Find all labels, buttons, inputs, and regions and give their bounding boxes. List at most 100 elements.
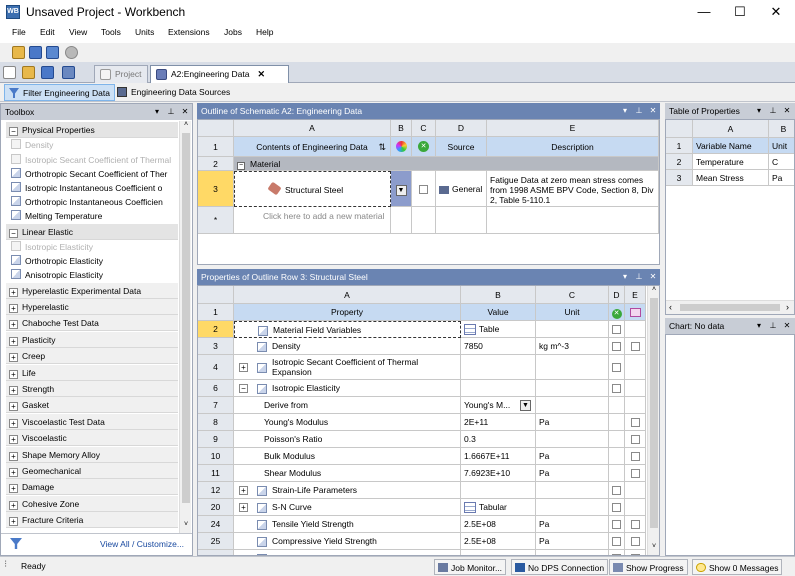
- parameter-checkbox[interactable]: [630, 520, 640, 530]
- outline-col-d[interactable]: D: [436, 120, 487, 137]
- unit-cell[interactable]: [536, 397, 609, 414]
- value-cell[interactable]: [461, 355, 536, 380]
- outline-col-b[interactable]: B: [391, 120, 412, 137]
- toolbox-item[interactable]: Orthotropic Secant Coefficient of Ther: [6, 167, 178, 181]
- view-all-customize-link[interactable]: View All / Customize...: [100, 539, 184, 549]
- toolbox-group[interactable]: + Geomechanical: [6, 463, 178, 479]
- value-cell[interactable]: Table: [461, 321, 536, 338]
- table-pin-icon[interactable]: ⊥: [768, 103, 778, 119]
- minimize-button[interactable]: —: [688, 2, 720, 22]
- unit-cell[interactable]: Pa: [536, 516, 609, 533]
- expand-icon[interactable]: +: [9, 484, 18, 494]
- maximize-button[interactable]: ☐: [724, 2, 756, 22]
- menu-view[interactable]: View: [69, 27, 87, 37]
- scroll-up-icon[interactable]: ˄: [648, 286, 659, 293]
- expand-icon[interactable]: +: [239, 486, 248, 495]
- unit-cell[interactable]: Pa: [536, 414, 609, 431]
- collapse-icon[interactable]: −: [237, 162, 245, 170]
- unit-cell[interactable]: [536, 380, 609, 397]
- property-cell[interactable]: Shear Modulus: [234, 465, 461, 482]
- toolbox-close-icon[interactable]: ✕: [180, 104, 190, 120]
- property-cell[interactable]: + Isotropic Secant Coefficient of Thermal…: [234, 355, 461, 380]
- suppress-checkbox[interactable]: [612, 384, 621, 394]
- scroll-left-icon[interactable]: ‹: [669, 302, 672, 312]
- value-cell[interactable]: 7850: [461, 338, 536, 355]
- suppress-cell[interactable]: [412, 171, 436, 207]
- suppress-checkbox[interactable]: [612, 363, 621, 373]
- collapse-icon[interactable]: −: [9, 127, 18, 136]
- source-cell[interactable]: General: [436, 171, 487, 207]
- import-icon[interactable]: [12, 46, 25, 59]
- menu-file[interactable]: File: [12, 27, 26, 37]
- outline-pin-icon[interactable]: ⊥: [634, 103, 644, 119]
- suppress-checkbox[interactable]: [612, 520, 621, 530]
- collapse-icon[interactable]: −: [9, 228, 18, 238]
- menu-jobs[interactable]: Jobs: [224, 27, 242, 37]
- derive-from-dropdown-icon[interactable]: ▼: [520, 400, 531, 411]
- save-icon[interactable]: [29, 46, 42, 59]
- property-cell[interactable]: + S-N Curve: [234, 499, 461, 516]
- description-header[interactable]: Description: [487, 137, 659, 157]
- property-cell[interactable]: Bulk Modulus: [234, 448, 461, 465]
- toolbox-group[interactable]: + Plasticity: [6, 331, 178, 348]
- toolbox-menu-icon[interactable]: ▾: [152, 104, 162, 120]
- suppress-cell[interactable]: [609, 338, 625, 355]
- value-cell[interactable]: 7.6923E+10: [461, 465, 536, 482]
- save-as-icon[interactable]: [46, 46, 59, 59]
- scroll-down-icon[interactable]: ˅: [648, 543, 659, 550]
- toolbox-pin-icon[interactable]: ⊥: [166, 104, 176, 120]
- toolbox-group[interactable]: + Shape Memory Alloy: [6, 446, 178, 463]
- suppress-cell[interactable]: [609, 431, 625, 448]
- props-col-e[interactable]: E: [625, 286, 646, 304]
- unit-cell[interactable]: [536, 499, 609, 516]
- parameter-cell[interactable]: [625, 482, 646, 499]
- outline-menu-icon[interactable]: ▾: [620, 103, 630, 119]
- toolbox-group[interactable]: + Chaboche Test Data: [6, 315, 178, 332]
- value-cell[interactable]: 2.5E+08: [461, 533, 536, 550]
- add-material-cell[interactable]: Click here to add a new material: [234, 207, 391, 234]
- contents-header[interactable]: Contents of Engineering Data ⇅: [234, 137, 391, 157]
- menu-units[interactable]: Units: [135, 27, 154, 37]
- properties-scrollbar[interactable]: ˄ ˅: [647, 286, 659, 555]
- toolbox-item[interactable]: Density: [6, 138, 178, 152]
- expand-icon[interactable]: +: [9, 353, 18, 363]
- toolbox-item[interactable]: Orthotropic Instantaneous Coefficien: [6, 195, 178, 209]
- toolbox-scroll-thumb[interactable]: [182, 133, 190, 503]
- unit-cell[interactable]: kg m^-3: [536, 338, 609, 355]
- parameter-cell[interactable]: [625, 533, 646, 550]
- parameter-cell[interactable]: [625, 431, 646, 448]
- parameter-cell[interactable]: [625, 516, 646, 533]
- value-cell[interactable]: Tabular: [461, 499, 536, 516]
- outline-close-icon[interactable]: ✕: [648, 103, 658, 119]
- expand-icon[interactable]: +: [9, 402, 18, 412]
- value-cell[interactable]: 0.3: [461, 431, 536, 448]
- suppress-cell[interactable]: [609, 321, 625, 338]
- properties-scroll-thumb[interactable]: [650, 298, 658, 528]
- props-col-a[interactable]: A: [234, 286, 461, 304]
- save-as-project-icon[interactable]: [62, 66, 75, 79]
- suppress-cell[interactable]: [609, 397, 625, 414]
- toolbox-item[interactable]: Melting Temperature: [6, 209, 178, 223]
- property-cell[interactable]: Tensile Yield Strength: [234, 516, 461, 533]
- parameter-cell[interactable]: [625, 499, 646, 516]
- menu-help[interactable]: Help: [256, 27, 273, 37]
- props-col-d[interactable]: D: [609, 286, 625, 304]
- toolbox-group[interactable]: − Linear Elastic: [6, 223, 178, 240]
- suppress-checkbox[interactable]: [612, 486, 621, 496]
- properties-menu-icon[interactable]: ▾: [620, 269, 630, 285]
- expand-icon[interactable]: +: [9, 336, 18, 346]
- toolbox-scrollbar[interactable]: ˄ ˅: [179, 121, 191, 533]
- unit-cell[interactable]: Pa: [536, 465, 609, 482]
- toolbox-group[interactable]: + Creep: [6, 348, 178, 365]
- color-dropdown-icon[interactable]: ▼: [395, 185, 407, 196]
- outline-col-c[interactable]: C: [412, 120, 436, 137]
- toolbox-group[interactable]: − Physical Properties: [6, 122, 178, 138]
- collapse-icon[interactable]: −: [239, 384, 248, 393]
- unit-header[interactable]: Unit: [536, 304, 609, 321]
- parameter-cell[interactable]: [625, 397, 646, 414]
- value-cell[interactable]: [461, 380, 536, 397]
- toolbox-item[interactable]: Orthotropic Elasticity: [6, 254, 178, 268]
- toolbox-group[interactable]: + Viscoelastic: [6, 430, 178, 447]
- outline-col-a[interactable]: A: [234, 120, 391, 137]
- menu-tools[interactable]: Tools: [101, 27, 121, 37]
